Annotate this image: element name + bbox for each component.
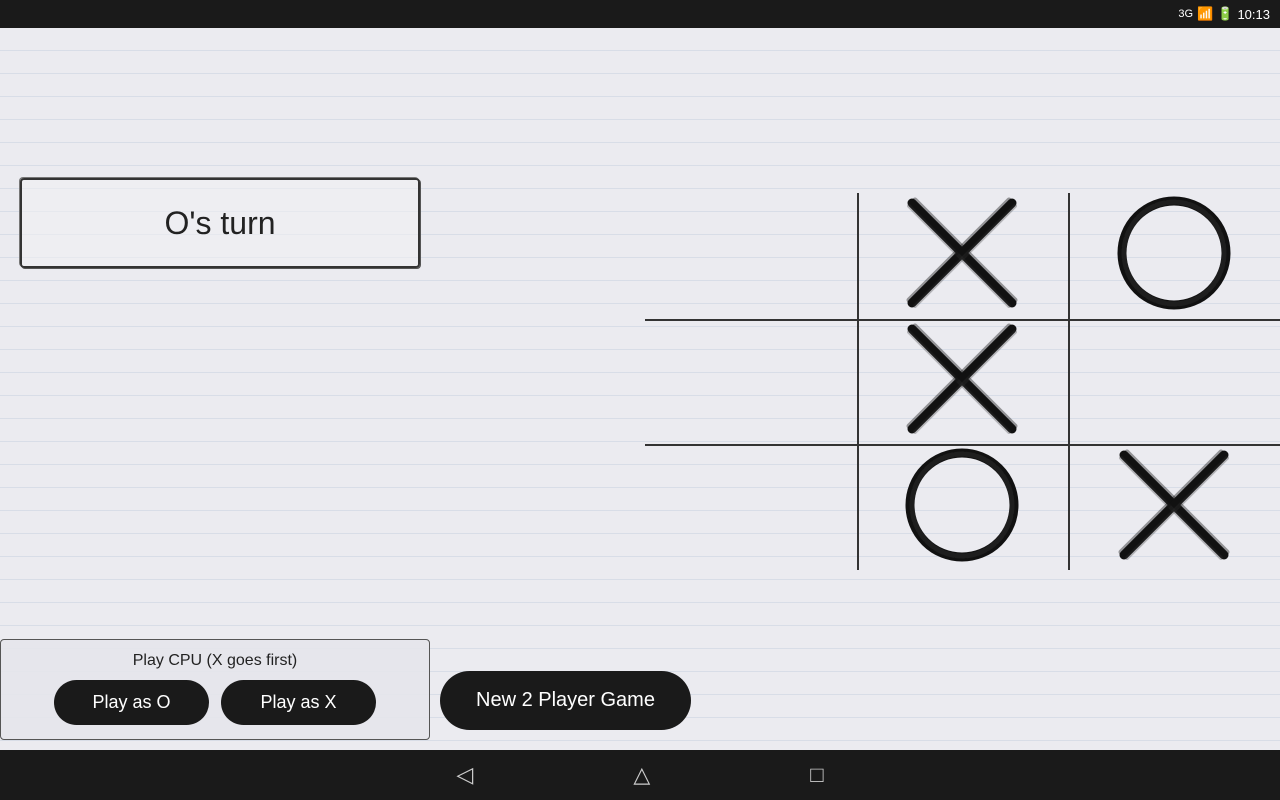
- cell-1-1[interactable]: [857, 319, 1069, 445]
- nav-bar: ◁ △ □: [0, 750, 1280, 800]
- turn-indicator: O's turn: [20, 178, 420, 268]
- cell-1-0[interactable]: [645, 319, 857, 445]
- cell-2-2[interactable]: [1068, 444, 1280, 570]
- back-button[interactable]: ◁: [456, 762, 473, 788]
- signal-icon: 3G: [1178, 8, 1193, 20]
- wifi-signal-icon: 📶: [1197, 6, 1213, 22]
- game-board: [645, 193, 1280, 570]
- board-container: [645, 193, 1280, 570]
- cell-2-0[interactable]: [645, 444, 857, 570]
- turn-text: O's turn: [164, 205, 275, 242]
- mark-x: [897, 188, 1027, 323]
- cell-0-2[interactable]: [1068, 193, 1280, 319]
- mark-x-2: [897, 314, 1027, 449]
- home-button[interactable]: △: [633, 762, 650, 788]
- cell-0-1[interactable]: [857, 193, 1069, 319]
- play-as-o-button[interactable]: Play as O: [54, 680, 209, 725]
- status-icons: 3G 📶 🔋 10:13: [1178, 6, 1270, 22]
- time-display: 10:13: [1237, 7, 1270, 22]
- cpu-label: Play CPU (X goes first): [17, 652, 413, 670]
- mark-o-2: [897, 440, 1027, 575]
- status-bar: 3G 📶 🔋 10:13: [0, 0, 1280, 28]
- battery-icon: 🔋: [1217, 6, 1233, 22]
- mark-o: [1109, 188, 1239, 323]
- cpu-controls: Play CPU (X goes first) Play as O Play a…: [0, 639, 430, 740]
- mark-x-3: [1109, 440, 1239, 575]
- cell-1-2[interactable]: [1068, 319, 1280, 445]
- recents-button[interactable]: □: [810, 762, 823, 788]
- cpu-buttons-group: Play as O Play as X: [17, 680, 413, 725]
- main-content: O's turn: [0, 28, 1280, 750]
- play-as-x-button[interactable]: Play as X: [221, 680, 376, 725]
- cell-0-0[interactable]: [645, 193, 857, 319]
- cell-2-1[interactable]: [857, 444, 1069, 570]
- new-2-player-game-button[interactable]: New 2 Player Game: [440, 671, 691, 730]
